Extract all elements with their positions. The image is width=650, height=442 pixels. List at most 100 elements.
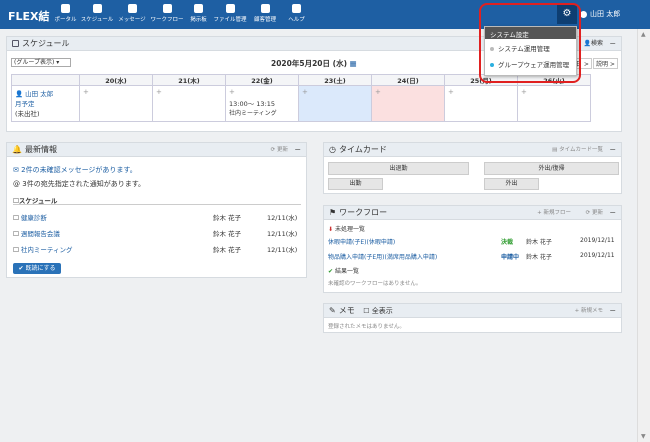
schedule-user-name[interactable]: 👤 山田 太郎 bbox=[15, 88, 76, 98]
workflow-title[interactable]: 物品購入申請(子E用)(満席用品購入申請) bbox=[328, 254, 437, 261]
list-item: 物品購入申請(子E用)(満席用品購入申請) 申請中 鈴木 花子 2019/12/… bbox=[328, 252, 618, 261]
workflow-icon bbox=[162, 4, 172, 13]
scroll-up-icon[interactable]: ▲ bbox=[641, 31, 646, 38]
add-schedule-icon[interactable]: + bbox=[521, 88, 527, 96]
nav-board[interactable]: 掲示板 bbox=[185, 2, 212, 28]
schedule-user-status[interactable]: 月予定 bbox=[15, 98, 76, 108]
highlight-annotation bbox=[479, 3, 581, 83]
next-week-button[interactable]: 説明 > bbox=[593, 58, 618, 69]
group-select[interactable]: (グループ表示) ▾ bbox=[11, 58, 71, 67]
nav-portal[interactable]: ポータル bbox=[52, 2, 79, 28]
add-schedule-icon[interactable]: + bbox=[156, 88, 162, 96]
scroll-down-icon[interactable]: ▼ bbox=[641, 433, 646, 440]
check-icon: ✔ bbox=[18, 265, 24, 272]
add-schedule-icon[interactable]: + bbox=[302, 88, 308, 96]
list-item: ☐ 週間報告会議 鈴木 花子 12/11(水) bbox=[13, 228, 301, 238]
item-title[interactable]: 健康診断 bbox=[21, 214, 47, 222]
memo-icon: ✎ bbox=[329, 306, 336, 315]
nav-workflow[interactable]: ワークフロー bbox=[150, 2, 184, 28]
confirm-button[interactable]: ✔ 既読にする bbox=[13, 263, 61, 274]
item-title[interactable]: 社内ミーティング bbox=[21, 246, 73, 254]
schedule-cell[interactable]: + bbox=[517, 85, 591, 122]
schedule-cell[interactable]: + bbox=[298, 85, 372, 122]
user-icon: 👤 bbox=[583, 40, 591, 47]
update-link[interactable]: ⟳ 更新 bbox=[586, 206, 603, 220]
list-item: 休暇申請(子E)(休暇申請) 決裁 鈴木 花子 2019/12/11 bbox=[328, 237, 618, 246]
day-header: 21(木) bbox=[152, 74, 226, 86]
memo-header: ✎ メモ ☐ 全表示 + 新規メモ − bbox=[324, 304, 621, 318]
user-menu[interactable]: 山田 太郎 bbox=[580, 9, 620, 19]
collapse-button[interactable]: − bbox=[609, 304, 616, 318]
outing-button[interactable]: 外出/復帰 bbox=[484, 162, 619, 175]
done-section-title: ✔ 結果一覧 bbox=[328, 268, 359, 275]
customer-icon bbox=[260, 4, 270, 13]
workflow-user: 鈴木 花子 bbox=[526, 254, 552, 261]
bell-icon: 🔔 bbox=[12, 145, 22, 154]
chevron-down-icon: ▾ bbox=[56, 59, 60, 66]
new-flow-link[interactable]: + 新規フロー bbox=[537, 206, 571, 220]
collapse-button[interactable]: − bbox=[609, 143, 616, 157]
add-schedule-icon[interactable]: + bbox=[229, 88, 235, 96]
nav-help[interactable]: ヘルプ bbox=[283, 2, 310, 28]
nav-schedule[interactable]: スケジュール bbox=[80, 2, 114, 28]
workflow-date: 2019/12/11 bbox=[580, 252, 615, 259]
status-badge: 申請中 bbox=[501, 254, 520, 261]
calendar-picker-icon[interactable]: ▦ bbox=[350, 59, 357, 68]
item-date: 12/11(水) bbox=[267, 214, 298, 222]
section-divider bbox=[13, 204, 301, 205]
workflow-title[interactable]: 休暇申請(子E)(休暇申請) bbox=[328, 239, 395, 246]
show-all-toggle[interactable]: ☐ 全表示 bbox=[363, 307, 393, 315]
message-icon bbox=[127, 4, 137, 13]
add-schedule-icon[interactable]: + bbox=[375, 88, 381, 96]
nav-file[interactable]: ファイル管理 bbox=[213, 2, 247, 28]
calendar-icon bbox=[92, 4, 102, 13]
search-link[interactable]: 👤検索 bbox=[584, 37, 604, 51]
item-title[interactable]: 週間報告会議 bbox=[21, 230, 60, 238]
workflow-date: 2019/12/11 bbox=[580, 237, 615, 244]
page-scrollbar[interactable]: ▲ ▼ bbox=[637, 29, 650, 442]
download-icon: ⬇ bbox=[328, 226, 334, 233]
nav-message[interactable]: メッセージ bbox=[115, 2, 149, 28]
collapse-button[interactable]: − bbox=[294, 143, 301, 157]
clock-in-button[interactable]: 出退勤 bbox=[328, 162, 469, 175]
schedule-cell[interactable]: + 13:00〜 13:15 社内ミーティング bbox=[225, 85, 299, 122]
event-title[interactable]: 社内ミーティング bbox=[229, 108, 295, 117]
schedule-cell[interactable]: + bbox=[152, 85, 226, 122]
add-schedule-icon[interactable]: + bbox=[83, 88, 89, 96]
workflow-header: ⚑ ワークフロー + 新規フロー ⟳ 更新 − bbox=[324, 206, 621, 220]
list-item: ☐ 健康診断 鈴木 花子 12/11(水) bbox=[13, 212, 301, 222]
mail-icon: ✉ bbox=[13, 166, 19, 174]
new-memo-link[interactable]: + 新規メモ bbox=[575, 304, 603, 318]
board-icon bbox=[194, 4, 203, 13]
item-user: 鈴木 花子 bbox=[213, 230, 242, 238]
item-checkbox[interactable]: ☐ bbox=[13, 246, 19, 254]
nav-customer[interactable]: 顧客管理 bbox=[248, 2, 282, 28]
workflow-icon: ⚑ bbox=[329, 208, 337, 217]
item-user: 鈴木 花子 bbox=[213, 246, 242, 254]
app-logo[interactable]: FLEX結 bbox=[8, 8, 50, 24]
item-user: 鈴木 花子 bbox=[213, 214, 242, 222]
pending-section-title: ⬇ 未処理一覧 bbox=[328, 226, 365, 233]
item-checkbox[interactable]: ☐ bbox=[13, 214, 19, 222]
day-header: 22(金) bbox=[225, 74, 299, 86]
collapse-button[interactable]: − bbox=[609, 37, 616, 51]
add-schedule-icon[interactable]: + bbox=[448, 88, 454, 96]
workflow-user: 鈴木 花子 bbox=[526, 239, 552, 246]
schedule-cell[interactable]: + bbox=[79, 85, 153, 122]
unconfirmed-messages-link[interactable]: ✉ 2件の未確認メッセージがあります。 bbox=[13, 165, 137, 175]
status-badge: 決裁 bbox=[501, 239, 514, 246]
item-checkbox[interactable]: ☐ bbox=[13, 230, 19, 238]
update-link[interactable]: ⟳ 更新 bbox=[271, 143, 288, 157]
memo-panel: ✎ メモ ☐ 全表示 + 新規メモ − 登録されたメモはありません。 bbox=[323, 303, 622, 333]
schedule-cell[interactable]: + bbox=[444, 85, 518, 122]
clock-icon: ◷ bbox=[329, 145, 336, 154]
list-item: ☐ 社内ミーティング 鈴木 花子 12/11(水) bbox=[13, 244, 301, 254]
item-date: 12/11(水) bbox=[267, 230, 298, 238]
schedule-cell[interactable]: + bbox=[371, 85, 445, 122]
timecard-list-link[interactable]: ▤ タイムカード一覧 bbox=[552, 143, 603, 157]
event-time: 13:00〜 13:15 bbox=[229, 100, 276, 108]
schedule-date: 2020年5月20日 (水) ▦ bbox=[271, 59, 357, 68]
collapse-button[interactable]: − bbox=[609, 206, 616, 220]
help-icon bbox=[292, 4, 301, 13]
out-status-label: 外出 bbox=[484, 178, 539, 190]
